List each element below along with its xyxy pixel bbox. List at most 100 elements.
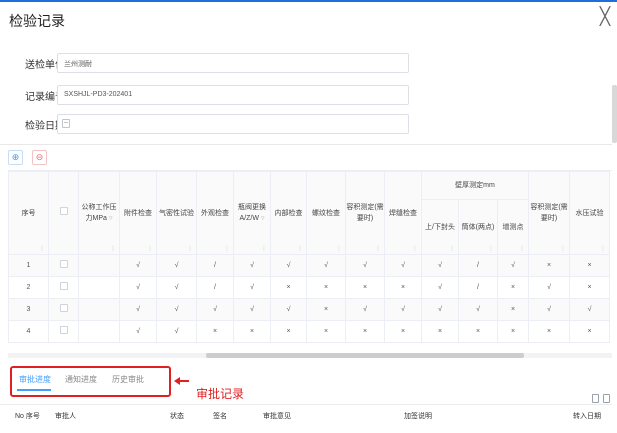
row-checkbox-cell <box>48 320 79 343</box>
print-icon[interactable] <box>592 394 599 403</box>
cell-upper-lower: × <box>421 320 459 343</box>
cell-add-point: × <box>497 276 529 299</box>
cell-upper-lower: √ <box>421 254 459 277</box>
cell-valve: √ <box>233 254 271 277</box>
active-tab-underline <box>17 389 51 391</box>
cell-valve: × <box>233 320 271 343</box>
table-row[interactable]: 4 √ √ × × × × × × × × × × × <box>8 320 610 343</box>
cell-thread: × <box>306 276 346 299</box>
record-no-input[interactable]: SXSHJL-PD3-202401 <box>57 85 409 105</box>
cell-valve: √ <box>233 298 271 321</box>
cell-appearance: / <box>196 254 234 277</box>
cell-upper-lower: √ <box>421 298 459 321</box>
table-row[interactable]: 2 √ √ / √ × × × × √ / × √ × <box>8 276 610 299</box>
cell-upper-lower: √ <box>421 276 459 299</box>
annotation-label: 审批记录 <box>196 387 245 401</box>
inspection-table: 序号 ⋮ 公称工作压力MPa ▿ ⋮ 附件检查 ⋮ 气密性试验 ⋮ 外观检查 ⋮ 瓶阀更换A… <box>8 170 612 358</box>
cell-body: / <box>458 254 498 277</box>
col-header-thread[interactable]: 螺纹检查 ⋮ <box>306 171 346 255</box>
col-header-pressure-test[interactable]: 水压试验 ⋮ <box>569 171 610 255</box>
col-header-volume2[interactable]: 容积测定(需要时) ⋮ <box>528 171 570 255</box>
table-row[interactable]: 3 √ √ √ √ √ × √ √ √ √ × √ √ <box>8 298 610 321</box>
cell-thread: √ <box>306 254 346 277</box>
cell-weld: √ <box>384 298 422 321</box>
add-row-button[interactable]: ⊕ <box>8 150 23 165</box>
col-header-weld[interactable]: 焊缝检查 ⋮ <box>384 171 422 255</box>
table-row[interactable]: 1 √ √ / √ √ √ √ √ √ / √ × × <box>8 254 610 277</box>
cell-volume2: × <box>528 254 570 277</box>
cell-body: × <box>458 320 498 343</box>
cell-appearance: × <box>196 320 234 343</box>
cell-add-point: × <box>497 298 529 321</box>
approval-col-approver: 审批人 <box>55 413 76 420</box>
export-icon[interactable] <box>603 394 610 403</box>
cell-pressure-test: √ <box>569 298 610 321</box>
unit-input[interactable]: 兰州测耐 <box>57 53 409 73</box>
cell-seq: 2 <box>8 276 49 299</box>
col-header-appearance[interactable]: 外观检查 ⋮ <box>196 171 234 255</box>
inspect-date-input[interactable] <box>57 114 409 134</box>
tab-approval-progress[interactable]: 审批进度 <box>19 374 51 385</box>
cell-attachment: √ <box>119 298 157 321</box>
cell-volume1: × <box>345 276 385 299</box>
cell-weld: √ <box>384 254 422 277</box>
cell-volume1: √ <box>345 254 385 277</box>
section-divider <box>0 144 612 145</box>
approval-col-opinion: 审批意见 <box>263 413 291 420</box>
cell-body: / <box>458 276 498 299</box>
cell-volume2: × <box>528 320 570 343</box>
col-header-internal[interactable]: 内部检查 ⋮ <box>270 171 307 255</box>
cell-pressure <box>78 254 120 277</box>
cell-airtight: √ <box>156 276 197 299</box>
cell-volume1: × <box>345 320 385 343</box>
cell-pressure-test: × <box>569 320 610 343</box>
close-icon[interactable]: ╳ <box>598 8 612 26</box>
row-checkbox[interactable] <box>59 325 68 334</box>
col-header-volume1[interactable]: 容积测定(需要时) ⋮ <box>345 171 385 255</box>
cell-thread: × <box>306 320 346 343</box>
dialog-title: 检验记录 <box>9 13 65 29</box>
cell-pressure <box>78 276 120 299</box>
cell-appearance: √ <box>196 298 234 321</box>
col-header-pressure[interactable]: 公称工作压力MPa ▿ ⋮ <box>78 171 120 255</box>
cell-internal: × <box>270 320 307 343</box>
cell-attachment: √ <box>119 254 157 277</box>
cell-seq: 1 <box>8 254 49 277</box>
horizontal-scrollbar-thumb[interactable] <box>206 353 524 358</box>
tab-notify-progress[interactable]: 通知进度 <box>65 374 97 385</box>
col-header-seq[interactable]: 序号 ⋮ <box>8 171 49 255</box>
cell-attachment: √ <box>119 276 157 299</box>
cell-pressure <box>78 320 120 343</box>
delete-row-button[interactable]: ⊖ <box>32 150 47 165</box>
approval-col-date: 转入日期 <box>573 413 601 420</box>
col-header-airtight[interactable]: 气密性试验 ⋮ <box>156 171 197 255</box>
arrow-line <box>178 380 189 382</box>
cell-body: √ <box>458 298 498 321</box>
col-header-body[interactable]: 筒体(两点) ⋮ <box>458 199 498 255</box>
row-checkbox[interactable] <box>59 281 68 290</box>
col-header-select-all[interactable] <box>48 171 79 255</box>
col-header-thickness-group: 壁厚测定mm <box>421 171 529 200</box>
row-checkbox-cell <box>48 254 79 277</box>
filter-icon[interactable]: ▿ <box>109 215 113 222</box>
row-checkbox[interactable] <box>59 303 68 312</box>
horizontal-scrollbar[interactable] <box>8 353 612 358</box>
row-checkbox-cell <box>48 298 79 321</box>
select-all-checkbox[interactable] <box>59 207 68 215</box>
filter-icon[interactable]: ▿ <box>261 215 265 222</box>
approval-col-status: 状态 <box>170 413 184 420</box>
cell-pressure <box>78 298 120 321</box>
col-header-valve[interactable]: 瓶阀更换A/Z/W ▿ ⋮ <box>233 171 271 255</box>
vertical-scrollbar[interactable] <box>612 85 617 143</box>
tab-history-approval[interactable]: 历史审批 <box>112 374 144 385</box>
cell-airtight: √ <box>156 254 197 277</box>
cell-add-point: √ <box>497 254 529 277</box>
approval-table-header: No 序号 审批人 状态 签名 审批意见 加签说明 转入日期 <box>0 405 612 425</box>
row-checkbox-cell <box>48 276 79 299</box>
col-header-add-point[interactable]: 增测点 ⋮ <box>497 199 529 255</box>
col-header-attachment[interactable]: 附件检查 ⋮ <box>119 171 157 255</box>
col-header-upper-lower[interactable]: 上/下封头 ⋮ <box>421 199 459 255</box>
cell-internal: × <box>270 276 307 299</box>
row-checkbox[interactable] <box>59 259 68 268</box>
cell-valve: √ <box>233 276 271 299</box>
